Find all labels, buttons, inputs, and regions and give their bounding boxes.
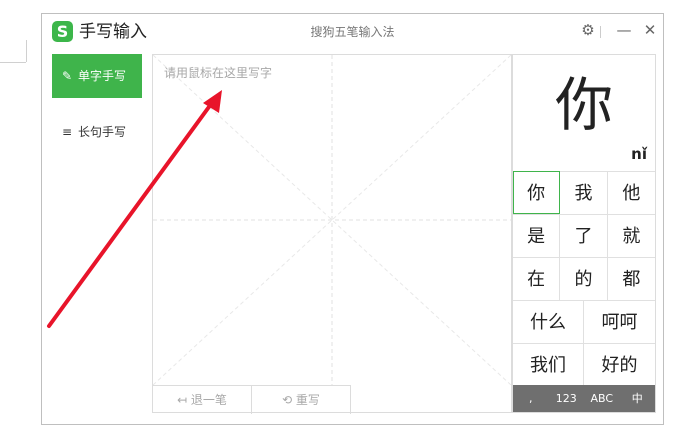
ime-name: 搜狗五笔输入法: [310, 25, 395, 39]
undo-icon: ↤: [177, 393, 191, 407]
mode-label: 单字手写: [78, 69, 127, 83]
candidate-word[interactable]: 我们: [513, 343, 584, 386]
pen-lines-icon: ≡: [61, 125, 73, 139]
letter-button[interactable]: ABC: [584, 385, 620, 412]
gear-icon[interactable]: ⚙: [578, 20, 598, 40]
undo-stroke-button[interactable]: ↤ 退一笔: [153, 386, 252, 414]
rewrite-label: 重写: [295, 393, 320, 407]
preview-pinyin: nǐ: [631, 145, 647, 163]
candidate-cell[interactable]: 就: [607, 214, 655, 257]
refresh-icon: ⟲: [282, 393, 296, 407]
candidate-word[interactable]: 什么: [513, 300, 584, 343]
candidate-cell[interactable]: 你: [513, 171, 561, 214]
number-button[interactable]: 123: [549, 385, 585, 412]
symbol-bar: , 123 ABC 中: [513, 385, 655, 412]
chinese-button[interactable]: 中: [620, 385, 656, 412]
candidate-cell[interactable]: 我: [560, 171, 608, 214]
canvas-placeholder: 请用鼠标在这里写字: [164, 66, 273, 80]
candidate-cell[interactable]: 了: [560, 214, 608, 257]
candidate-cell[interactable]: 的: [560, 257, 608, 300]
mode-single-char[interactable]: ✎ 单字手写: [52, 54, 142, 98]
title-separator: [600, 26, 601, 38]
document-margin-mark: [26, 40, 27, 62]
close-icon[interactable]: ✕: [640, 20, 660, 40]
word-grid: 什么 呵呵 我们 好的: [513, 300, 655, 386]
candidate-cell[interactable]: 在: [513, 257, 561, 300]
preview-char: 你: [554, 71, 613, 139]
punctuation-button[interactable]: ,: [513, 385, 549, 412]
rewrite-button[interactable]: ⟲ 重写: [252, 386, 351, 414]
mode-sidebar: ✎ 单字手写 ≡ 长句手写: [42, 52, 152, 424]
pen-square-icon: ✎: [61, 69, 73, 83]
handwriting-window: S 手写输入 搜狗五笔输入法 ⚙ — ✕ ✎ 单字手写 ≡ 长句手写 请用鼠标在这里…: [41, 13, 664, 425]
candidate-cell[interactable]: 他: [607, 171, 655, 214]
char-preview: 你 nǐ: [513, 55, 655, 171]
candidate-panel: 你 nǐ 你 我 他 是 了 就 在 的 都 什么 呵呵 我们 好的 , 123…: [512, 54, 656, 413]
handwriting-canvas[interactable]: 请用鼠标在这里写字 ↤ 退一笔 ⟲ 重写: [152, 54, 512, 414]
candidate-word[interactable]: 呵呵: [584, 300, 655, 343]
candidate-cell[interactable]: 都: [607, 257, 655, 300]
title-bar[interactable]: S 手写输入 搜狗五笔输入法 ⚙ — ✕: [42, 14, 663, 52]
document-margin-mark: [0, 62, 26, 63]
canvas-actions: ↤ 退一笔 ⟲ 重写: [153, 385, 351, 414]
single-char-grid: 你 我 他 是 了 就 在 的 都: [513, 171, 655, 300]
undo-label: 退一笔: [190, 393, 227, 407]
mode-long-sentence[interactable]: ≡ 长句手写: [52, 110, 142, 154]
candidate-word[interactable]: 好的: [584, 343, 655, 386]
minimize-icon[interactable]: —: [614, 20, 634, 40]
canvas-guides: [153, 55, 511, 385]
candidate-cell[interactable]: 是: [513, 214, 561, 257]
mode-label: 长句手写: [78, 125, 127, 139]
